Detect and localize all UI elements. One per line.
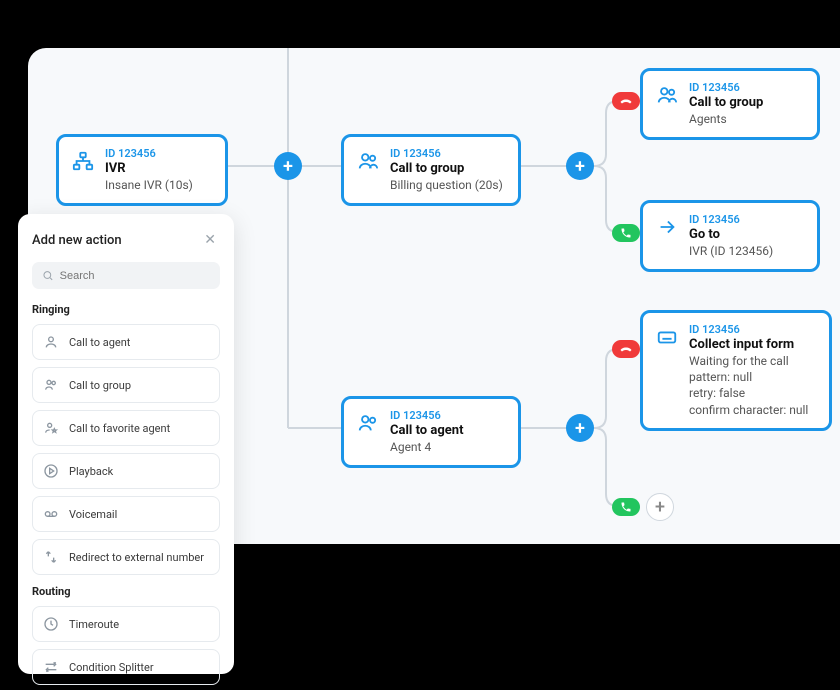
keyboard-icon <box>655 325 679 349</box>
node-title: Collect input form <box>689 337 808 352</box>
node-title: Call to agent <box>390 423 463 438</box>
action-label: Redirect to external number <box>69 551 204 564</box>
call-answered-badge <box>612 224 640 242</box>
call-missed-badge <box>612 340 640 358</box>
panel-title: Add new action <box>32 233 122 248</box>
node-id: ID 123456 <box>689 213 773 226</box>
user-star-icon <box>43 420 59 436</box>
action-label: Call to favorite agent <box>69 422 170 435</box>
users-icon <box>43 377 59 393</box>
action-condition-splitter[interactable]: Condition Splitter <box>32 649 220 685</box>
action-call-to-favorite-agent[interactable]: Call to favorite agent <box>32 410 220 446</box>
user-icon <box>356 411 380 435</box>
call-answered-badge <box>612 498 640 516</box>
action-label: Timeroute <box>69 618 119 631</box>
node-call-to-agent[interactable]: ID 123456 Call to agent Agent 4 <box>341 396 521 468</box>
search-icon <box>42 269 54 282</box>
action-voicemail[interactable]: Voicemail <box>32 496 220 532</box>
node-title: Go to <box>689 227 773 242</box>
node-subtitle: Waiting for the call pattern: null retry… <box>689 353 808 418</box>
call-missed-badge <box>612 92 640 110</box>
redirect-icon <box>43 549 59 565</box>
user-icon <box>43 334 59 350</box>
node-subtitle: Billing question (20s) <box>390 177 503 193</box>
action-label: Playback <box>69 465 113 478</box>
section-ringing-label: Ringing <box>32 303 220 316</box>
add-action-button[interactable]: + <box>566 152 594 180</box>
node-title: IVR <box>105 161 193 176</box>
action-label: Call to agent <box>69 336 130 349</box>
action-playback[interactable]: Playback <box>32 453 220 489</box>
action-label: Call to group <box>69 379 131 392</box>
node-call-to-group-billing[interactable]: ID 123456 Call to group Billing question… <box>341 134 521 206</box>
arrow-right-icon <box>655 215 679 239</box>
add-action-button-empty[interactable]: + <box>646 493 674 521</box>
node-goto[interactable]: ID 123456 Go to IVR (ID 123456) <box>640 200 820 272</box>
section-routing-label: Routing <box>32 585 220 598</box>
users-icon <box>356 149 380 173</box>
search-input-wrapper[interactable] <box>32 262 220 289</box>
users-icon <box>655 83 679 107</box>
action-redirect-external[interactable]: Redirect to external number <box>32 539 220 575</box>
node-ivr[interactable]: ID 123456 IVR Insane IVR (10s) <box>56 134 228 206</box>
node-subtitle: Agent 4 <box>390 439 463 455</box>
add-action-panel: Add new action ✕ Ringing Call to agent C… <box>18 214 234 674</box>
close-icon[interactable]: ✕ <box>200 230 220 250</box>
node-subtitle: IVR (ID 123456) <box>689 243 773 259</box>
add-action-button[interactable]: + <box>274 152 302 180</box>
add-action-button[interactable]: + <box>566 414 594 442</box>
clock-icon <box>43 616 59 632</box>
node-title: Call to group <box>689 95 763 110</box>
action-call-to-group[interactable]: Call to group <box>32 367 220 403</box>
node-id: ID 123456 <box>390 147 503 160</box>
voicemail-icon <box>43 506 59 522</box>
search-input[interactable] <box>60 270 210 282</box>
node-id: ID 123456 <box>689 323 808 336</box>
action-call-to-agent[interactable]: Call to agent <box>32 324 220 360</box>
action-timeroute[interactable]: Timeroute <box>32 606 220 642</box>
node-collect-input[interactable]: ID 123456 Collect input form Waiting for… <box>640 310 832 431</box>
play-icon <box>43 463 59 479</box>
node-id: ID 123456 <box>105 147 193 160</box>
node-id: ID 123456 <box>689 81 763 94</box>
action-label: Voicemail <box>69 508 117 521</box>
node-subtitle: Insane IVR (10s) <box>105 177 193 193</box>
node-call-to-group-agents[interactable]: ID 123456 Call to group Agents <box>640 68 820 140</box>
node-title: Call to group <box>390 161 503 176</box>
split-icon <box>43 659 59 675</box>
node-subtitle: Agents <box>689 111 763 127</box>
action-label: Condition Splitter <box>69 661 154 674</box>
node-id: ID 123456 <box>390 409 463 422</box>
hierarchy-icon <box>71 149 95 173</box>
